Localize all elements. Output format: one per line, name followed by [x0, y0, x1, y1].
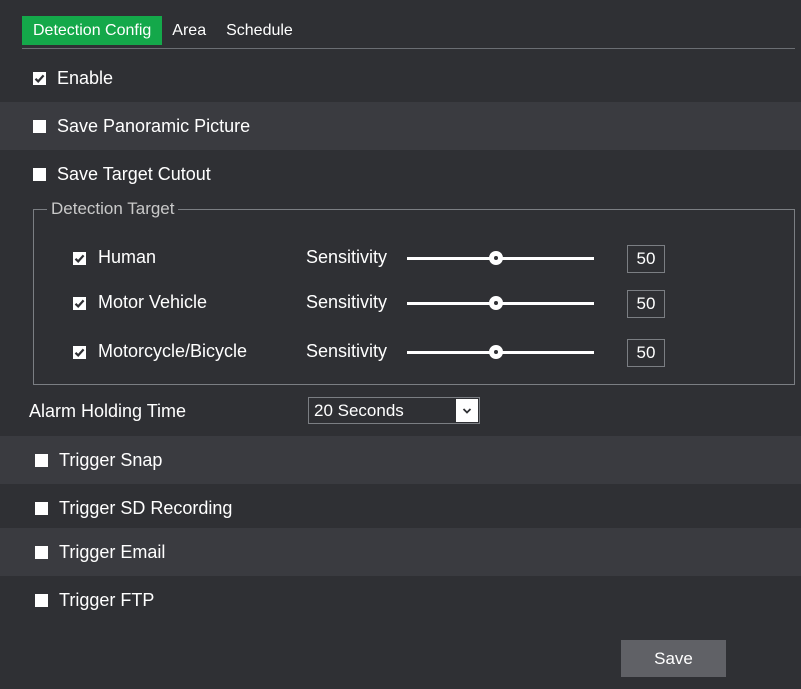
motorcycle-bicycle-sensitivity-value[interactable]: 50 — [627, 339, 665, 367]
slider-thumb-icon[interactable] — [489, 296, 503, 310]
trigger-email-checkbox[interactable] — [35, 545, 48, 559]
sensitivity-label: Sensitivity — [306, 292, 388, 312]
motor-vehicle-sensitivity-slider[interactable] — [407, 296, 594, 310]
alarm-holding-time-value: 20 Seconds — [314, 401, 404, 420]
checkbox-checked-icon — [74, 254, 85, 263]
trigger-ftp-row: Trigger FTP — [0, 576, 801, 624]
motor-vehicle-sensitivity-value[interactable]: 50 — [627, 290, 665, 318]
human-sensitivity-value[interactable]: 50 — [627, 245, 665, 273]
enable-checkbox[interactable] — [33, 71, 46, 85]
checkbox-checked-icon — [74, 348, 85, 357]
alarm-holding-time-label: Alarm Holding Time — [29, 401, 187, 421]
tab-detection-config[interactable]: Detection Config — [22, 16, 163, 45]
alarm-holding-time-select[interactable]: 20 Seconds — [308, 397, 480, 424]
slider-thumb-icon[interactable] — [489, 345, 503, 359]
save-panoramic-label: Save Panoramic Picture — [57, 115, 251, 136]
detection-target-legend: Detection Target — [47, 199, 179, 219]
human-sensitivity-slider[interactable] — [407, 251, 594, 265]
tab-bar: Detection Config Area Schedule — [0, 0, 801, 50]
motorcycle-bicycle-label: Motorcycle/Bicycle — [98, 341, 248, 361]
save-panoramic-checkbox[interactable] — [33, 119, 46, 133]
save-target-cutout-row: Save Target Cutout — [0, 150, 801, 198]
enable-label: Enable — [57, 67, 114, 88]
trigger-snap-label: Trigger Snap — [59, 449, 163, 470]
save-target-cutout-label: Save Target Cutout — [57, 163, 211, 184]
motorcycle-bicycle-checkbox[interactable] — [73, 346, 86, 359]
tab-divider — [22, 48, 795, 49]
trigger-sd-recording-checkbox[interactable] — [35, 501, 48, 515]
trigger-ftp-checkbox[interactable] — [35, 593, 48, 607]
target-row-motor-vehicle: Motor Vehicle Sensitivity 50 — [34, 288, 794, 318]
trigger-email-label: Trigger Email — [59, 541, 166, 562]
dropdown-button[interactable] — [456, 399, 478, 422]
human-label: Human — [98, 247, 157, 267]
checkbox-checked-icon — [74, 299, 85, 308]
motor-vehicle-checkbox[interactable] — [73, 297, 86, 310]
tabs: Detection Config Area Schedule — [22, 16, 303, 45]
save-panoramic-row: Save Panoramic Picture — [0, 102, 801, 150]
human-checkbox[interactable] — [73, 252, 86, 265]
detection-target-group: Detection Target Human Sensitivity 50 Mo… — [33, 199, 795, 385]
trigger-snap-checkbox[interactable] — [35, 453, 48, 467]
detection-config-panel: Detection Config Area Schedule Enable Sa… — [0, 0, 801, 689]
target-row-human: Human Sensitivity 50 — [34, 243, 794, 273]
trigger-sd-recording-row: Trigger SD Recording — [0, 484, 801, 532]
tab-area[interactable]: Area — [162, 16, 216, 45]
motor-vehicle-label: Motor Vehicle — [98, 292, 208, 312]
slider-thumb-icon[interactable] — [489, 251, 503, 265]
trigger-sd-recording-label: Trigger SD Recording — [59, 497, 233, 518]
tab-schedule[interactable]: Schedule — [216, 16, 303, 45]
sensitivity-label: Sensitivity — [306, 247, 388, 267]
alarm-holding-time-row: Alarm Holding Time 20 Seconds — [0, 388, 801, 433]
target-row-motorcycle-bicycle: Motorcycle/Bicycle Sensitivity 50 — [34, 337, 794, 367]
trigger-ftp-label: Trigger FTP — [59, 589, 155, 610]
enable-row: Enable — [0, 54, 801, 102]
trigger-email-row: Trigger Email — [0, 528, 801, 576]
save-button[interactable]: Save — [621, 640, 726, 677]
sensitivity-label: Sensitivity — [306, 341, 388, 361]
chevron-down-icon — [462, 408, 472, 414]
motorcycle-bicycle-sensitivity-slider[interactable] — [407, 345, 594, 359]
save-target-cutout-checkbox[interactable] — [33, 167, 46, 181]
trigger-snap-row: Trigger Snap — [0, 436, 801, 484]
checkbox-checked-icon — [34, 74, 45, 83]
